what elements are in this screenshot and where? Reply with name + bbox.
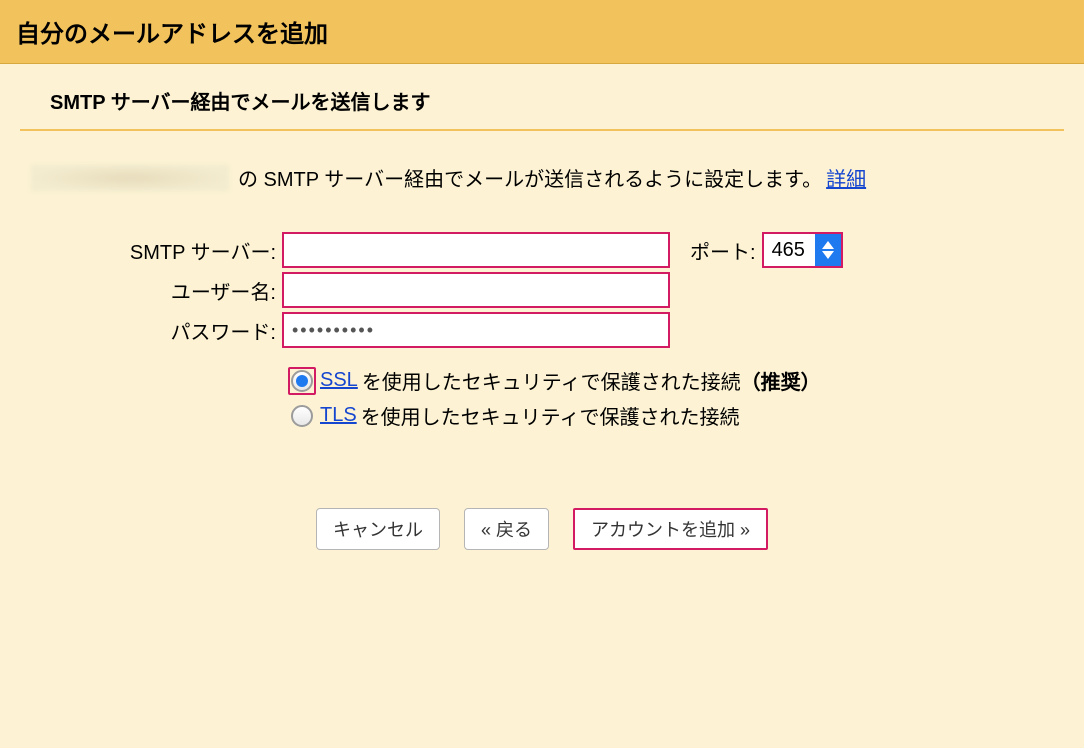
password-label: パスワード:: [30, 316, 282, 345]
username-input[interactable]: [282, 272, 670, 308]
window-title-bar: 自分のメールアドレスを追加: [0, 0, 1084, 64]
ssl-option-row[interactable]: SSL を使用したセキュリティで保護された接続 （推奨）: [288, 366, 1054, 395]
smtp-server-label: SMTP サーバー:: [30, 236, 282, 265]
port-stepper-icon: [815, 234, 841, 266]
form-area: SMTP サーバー: ポート: 465 ユーザー名: パスワード:: [0, 202, 1084, 550]
description-text: の SMTP サーバー経由でメールが送信されるように設定します。: [238, 163, 822, 192]
description-row: の SMTP サーバー経由でメールが送信されるように設定します。 詳細: [0, 131, 1084, 202]
password-input[interactable]: [282, 312, 670, 348]
section-header: SMTP サーバー経由でメールを送信します: [20, 64, 1064, 131]
tls-text: を使用したセキュリティで保護された接続: [361, 401, 740, 430]
back-button[interactable]: « 戻る: [464, 508, 549, 550]
ssl-recommended-text: （推奨）: [741, 366, 821, 395]
ssl-link[interactable]: SSL: [320, 369, 358, 392]
port-value: 465: [764, 239, 815, 262]
port-label: ポート:: [690, 236, 756, 265]
ssl-text: を使用したセキュリティで保護された接続: [362, 366, 741, 395]
ssl-radio[interactable]: [288, 367, 316, 395]
port-select[interactable]: 465: [762, 232, 843, 268]
details-link[interactable]: 詳細: [826, 163, 866, 192]
redacted-domain: [30, 164, 230, 192]
tls-link[interactable]: TLS: [320, 404, 357, 427]
smtp-server-row: SMTP サーバー: ポート: 465: [30, 232, 1054, 268]
content-area: SMTP サーバー経由でメールを送信します の SMTP サーバー経由でメールが…: [0, 64, 1084, 748]
window-title: 自分のメールアドレスを追加: [16, 21, 328, 48]
username-row: ユーザー名:: [30, 272, 1054, 308]
tls-radio[interactable]: [288, 402, 316, 430]
add-account-button[interactable]: アカウントを追加 »: [573, 508, 768, 550]
button-row: キャンセル « 戻る アカウントを追加 »: [30, 508, 1054, 550]
username-label: ユーザー名:: [30, 276, 282, 305]
smtp-server-input[interactable]: [282, 232, 670, 268]
cancel-button[interactable]: キャンセル: [316, 508, 440, 550]
security-radio-group: SSL を使用したセキュリティで保護された接続 （推奨） TLS を使用したセキ…: [288, 366, 1054, 430]
password-row: パスワード:: [30, 312, 1054, 348]
tls-option-row[interactable]: TLS を使用したセキュリティで保護された接続: [288, 401, 1054, 430]
